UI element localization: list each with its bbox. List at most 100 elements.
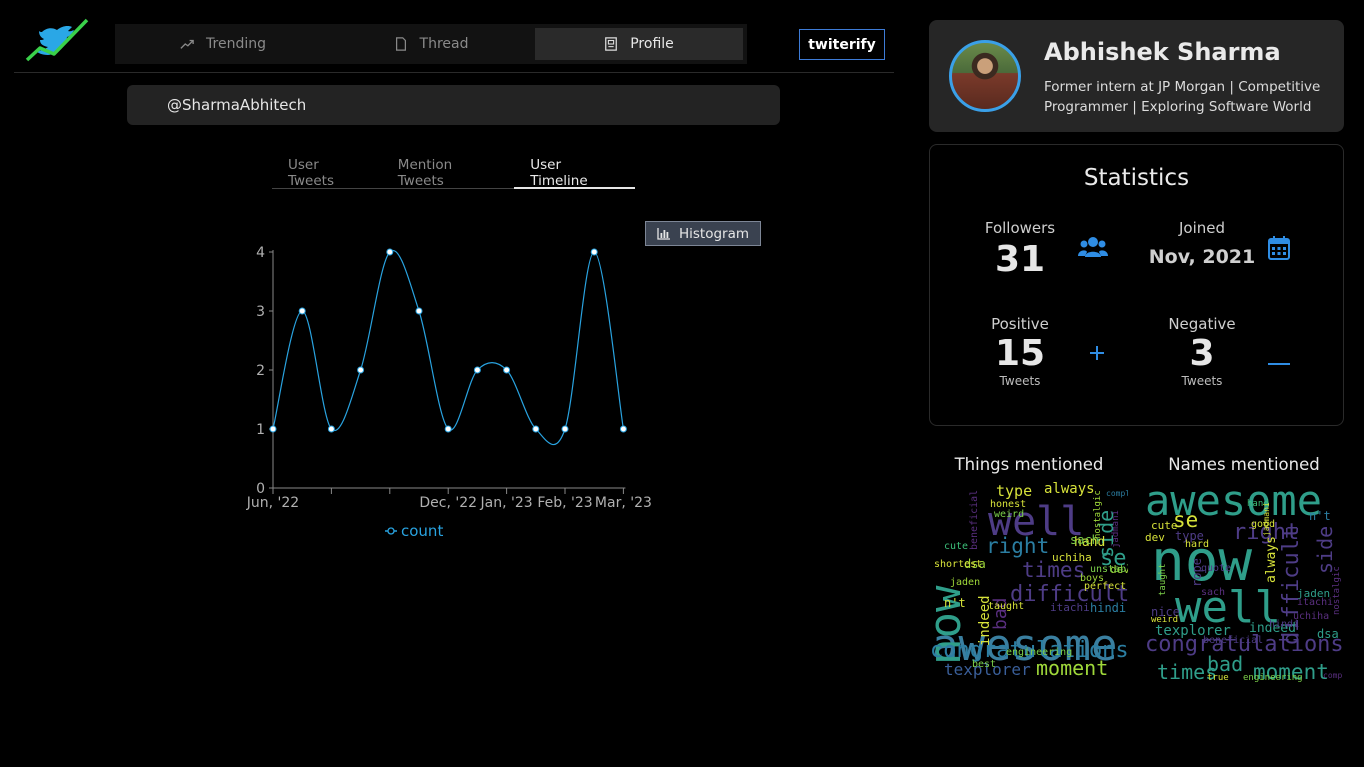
names-wordcloud: awesome now well congratulations difficult mo… xyxy=(1145,480,1343,684)
user-timeline-chart: 01234Jun, '22 Dec, '22 Jan, '23 Feb, '23 Mar… xyxy=(246,245,652,540)
wordcloud-word: hindi xyxy=(1090,601,1127,615)
x-tick-label: Jun, '22 xyxy=(246,495,299,511)
negative-value: 3 xyxy=(1189,333,1215,374)
wordcloud-word: n't xyxy=(1309,509,1331,523)
y-tick-label: 1 xyxy=(256,422,265,438)
tab-profile[interactable]: Profile xyxy=(535,28,743,60)
wordcloud-word: taught xyxy=(988,601,1025,612)
data-point xyxy=(415,307,423,315)
positive-label: Positive xyxy=(991,315,1049,333)
main-nav: Trending Thread Profile xyxy=(115,24,747,64)
y-tick-label: 2 xyxy=(256,363,265,379)
wordcloud-word: dev xyxy=(1145,531,1165,544)
negative-label: Negative xyxy=(1168,315,1236,333)
twiterify-logo[interactable] xyxy=(24,18,90,66)
tab-profile-label: Profile xyxy=(630,36,674,52)
trending-icon xyxy=(180,39,194,49)
data-point xyxy=(269,425,277,433)
bird-logo-icon xyxy=(25,18,89,62)
wordcloud-word: hard xyxy=(1185,539,1210,550)
y-tick-label: 4 xyxy=(256,245,265,261)
wordcloud-word: bad xyxy=(1207,652,1244,676)
wordcloud-word: always xyxy=(1264,535,1279,583)
wordcloud-word: taught xyxy=(1158,563,1168,597)
wordcloud-word: perfect xyxy=(1084,581,1127,592)
wordcloud-word: nostalgic xyxy=(1332,565,1342,615)
document-icon xyxy=(395,37,406,51)
data-point xyxy=(386,248,394,256)
wordcloud-word: weird xyxy=(994,509,1025,520)
negative-stat: Negative 3 Tweets xyxy=(1112,315,1292,388)
joined-stat: Joined Nov, 2021 xyxy=(1112,219,1292,268)
joined-label: Joined xyxy=(1178,219,1226,237)
wordcloud-word: jadmani xyxy=(1262,501,1271,536)
wordcloud-word: dsa xyxy=(1317,627,1339,641)
users-group-icon xyxy=(1078,236,1108,262)
data-point xyxy=(532,425,540,433)
wordcloud-word: right xyxy=(986,534,1050,558)
minus-icon xyxy=(1268,351,1290,370)
followers-label: Followers xyxy=(984,219,1056,237)
x-tick-label: Mar, '23 xyxy=(595,495,652,511)
histogram-label: Histogram xyxy=(678,225,750,242)
data-point xyxy=(444,425,452,433)
wordcloud-word: beneficial xyxy=(1203,635,1264,646)
data-point xyxy=(619,425,627,433)
wordcloud-word: quote xyxy=(1201,563,1232,574)
wordcloud-word: moment xyxy=(1036,656,1109,680)
wordcloud-word: best xyxy=(972,659,997,670)
handle-value: @SharmaAbhitech xyxy=(167,96,307,114)
statistics-title: Statistics xyxy=(1083,165,1190,191)
x-tick-label: Jan, '23 xyxy=(480,495,533,511)
x-tick-label: Feb, '23 xyxy=(537,495,592,511)
wordcloud-word: uchiha xyxy=(1052,551,1092,564)
twiterify-button[interactable]: twiterify xyxy=(799,29,885,60)
wordcloud-word: awesome xyxy=(1145,480,1323,525)
wordcloud-word: cute xyxy=(944,541,969,552)
subtab-user-timeline[interactable]: User Timeline xyxy=(514,157,635,189)
wordcloud-word: type xyxy=(996,482,1033,500)
wordcloud-word: jadmani xyxy=(1111,509,1121,548)
y-tick-label: 3 xyxy=(256,304,265,320)
subtab-user-tweets[interactable]: User Tweets xyxy=(272,157,382,189)
wordcloud-word: always xyxy=(1044,481,1095,497)
profile-card-icon xyxy=(605,37,618,51)
wordcloud-word: nostalgic xyxy=(1093,489,1103,539)
data-point xyxy=(357,366,365,374)
wordcloud-word: hindi xyxy=(1269,619,1300,630)
subtab-mention-tweets[interactable]: Mention Tweets xyxy=(382,157,514,189)
tab-thread[interactable]: Thread xyxy=(327,28,535,60)
calendar-icon xyxy=(1268,236,1290,264)
plus-icon xyxy=(1089,345,1105,365)
legend-marker xyxy=(387,527,395,535)
data-point xyxy=(561,425,569,433)
x-tick-label: Dec, '22 xyxy=(419,495,477,511)
wordcloud-word: cute xyxy=(1151,519,1178,532)
wordcloud-word: itachi xyxy=(1297,597,1334,608)
profile-name: Abhishek Sharma xyxy=(1044,38,1281,66)
series-line-count xyxy=(272,249,624,445)
tab-thread-label: Thread xyxy=(419,36,469,52)
bar-chart-icon xyxy=(657,228,670,240)
profile-card: Abhishek Sharma Former intern at JP Morg… xyxy=(929,20,1344,132)
wordcloud-word: engineering xyxy=(1006,647,1073,658)
timeline-subtabs: User Tweets Mention Tweets User Timeline xyxy=(272,157,635,189)
wordcloud-word: jaden xyxy=(950,577,981,588)
wordcloud-word: n't xyxy=(944,596,966,610)
profile-bio: Former intern at JP Morgan | Competitive… xyxy=(1044,79,1321,115)
things-wordcloud: awesome now well congratulations difficult mo… xyxy=(930,480,1128,684)
data-point xyxy=(503,366,511,374)
data-point xyxy=(298,307,306,315)
negative-sub: Tweets xyxy=(1181,374,1223,388)
data-point xyxy=(590,248,598,256)
wordcloud-word: complete xyxy=(1323,671,1343,680)
wordcloud-word: weird xyxy=(1151,615,1179,625)
names-mentioned-title: Names mentioned xyxy=(1168,455,1320,474)
header-divider xyxy=(14,72,894,73)
tab-trending[interactable]: Trending xyxy=(119,28,327,60)
wordcloud-word: true xyxy=(1207,673,1229,683)
handle-input[interactable]: @SharmaAbhitech xyxy=(127,85,780,125)
positive-stat: Positive 15 Tweets xyxy=(930,315,1110,388)
wordcloud-word: complete xyxy=(1106,489,1128,498)
legend-label: count xyxy=(401,522,443,540)
